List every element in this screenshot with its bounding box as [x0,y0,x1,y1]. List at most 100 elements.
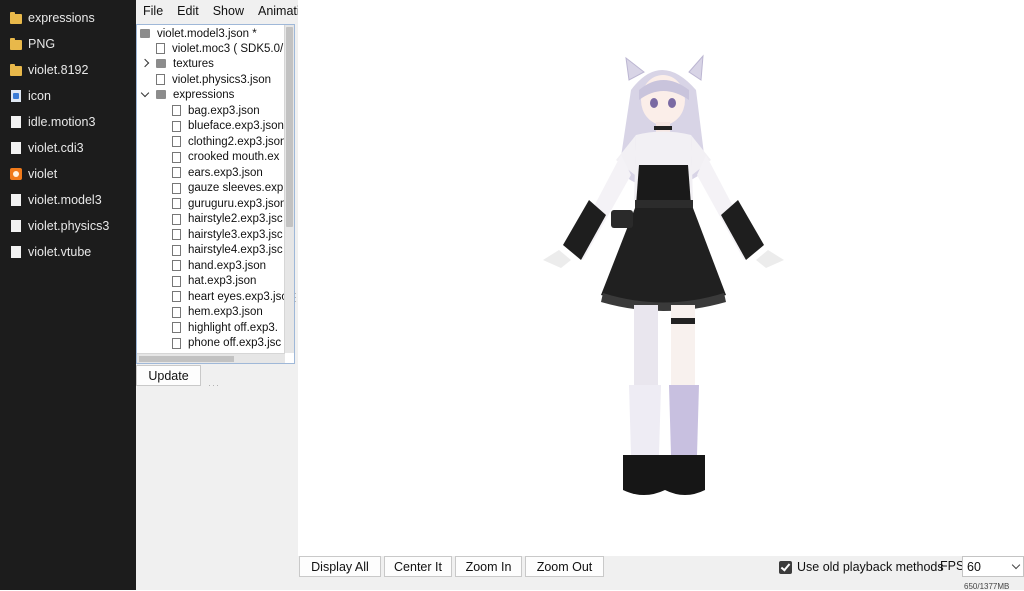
tree-item-expression[interactable]: hat.exp3.json [172,274,256,289]
file-icon [172,260,181,271]
update-button[interactable]: Update [136,365,201,386]
tree-item-expression[interactable]: clothing2.exp3.json [172,134,286,149]
explorer-item-icon[interactable]: icon [10,85,51,107]
explorer-item-violet-model3[interactable]: violet.model3 [10,189,102,211]
explorer-item-png[interactable]: PNG [10,33,55,55]
explorer-item-violet-8192[interactable]: violet.8192 [10,59,88,81]
zoom-out-button[interactable]: Zoom Out [525,556,604,577]
explorer-item-label: violet.cdi3 [28,141,84,155]
folder-icon [10,12,22,24]
tree-horizontal-scrollbar[interactable] [137,353,285,363]
chevron-right-icon[interactable] [140,59,150,69]
explorer-item-label: violet.model3 [28,193,102,207]
explorer-item-label: icon [28,89,51,103]
center-it-button[interactable]: Center It [384,556,452,577]
file-icon [172,151,181,163]
menu-bar: File Edit Show Animation [136,0,314,22]
tree-item-expression[interactable]: hairstyle2.exp3.jsc [172,212,283,227]
explorer-item-violet-physics3[interactable]: violet.physics3 [10,215,109,237]
explorer-item-expressions[interactable]: expressions [10,7,95,29]
tree-item-physics[interactable]: violet.physics3.json [156,72,271,87]
menu-file[interactable]: File [143,4,163,18]
file-icon [172,291,181,302]
display-all-button[interactable]: Display All [299,556,381,577]
fps-select[interactable]: 60 [962,556,1024,577]
tree-item-expression[interactable]: guruguru.exp3.json [172,196,286,211]
explorer-item-violet[interactable]: violet [10,163,57,185]
folder-icon [140,29,150,38]
tree-item-label: expressions [173,88,235,101]
explorer-item-label: violet.physics3 [28,219,110,233]
tree-item-label: heart eyes.exp3.jsc [188,290,288,303]
file-icon [11,142,21,154]
tree-item-expression[interactable]: bag.exp3.json [172,103,260,118]
tree-item-expression[interactable]: heart eyes.exp3.jsc [172,289,287,304]
file-icon [172,136,181,147]
file-icon [11,220,21,232]
tree-item-textures[interactable]: textures [140,56,214,71]
explorer-item-idle-motion3[interactable]: idle.motion3 [10,111,95,133]
tree-item-label: gauze sleeves.exp. [188,182,287,194]
model-viewer-window: File Edit Show Animation violet.model3.j… [136,0,1024,591]
tree-item-expression[interactable]: phone off.exp3.jsc [172,336,281,351]
resize-grip[interactable]: ··· [208,380,220,390]
tree-item-label: violet.moc3 ( SDK5.0/ [172,42,284,55]
folder-icon [156,90,166,99]
tree-item-expression[interactable]: hem.exp3.json [172,305,263,320]
tree-item-expression[interactable]: crooked mouth.ex [172,150,279,165]
playback-checkbox[interactable] [779,560,792,574]
tree-item-label: hairstyle4.exp3.jsc [188,244,283,256]
file-icon [156,43,165,54]
scrollbar-thumb[interactable] [286,27,293,227]
scrollbar-thumb[interactable] [139,356,234,362]
tree-item-expression[interactable]: blueface.exp3.json [172,119,284,134]
tree-item-expression[interactable]: gauze sleeves.exp. [172,181,286,196]
tree-item-expression[interactable]: hand.exp3.json [172,258,266,273]
tree-item-moc[interactable]: violet.moc3 ( SDK5.0/ [156,41,283,56]
folder-icon [10,38,22,50]
playback-label: Use old playback methods [797,560,944,574]
tree-item-expressions[interactable]: expressions [140,87,234,102]
explorer-item-label: violet [28,167,58,181]
old-playback-toggle[interactable]: Use old playback methods [779,558,944,576]
tree-item-label: violet.physics3.json [172,73,272,86]
tree-item-expression[interactable]: hairstyle4.exp3.jsc [172,243,283,258]
menu-show[interactable]: Show [213,4,244,18]
chevron-down-icon[interactable] [140,90,150,100]
tree-item-label: phone off.exp3.jsc [188,337,282,349]
model-viewport[interactable] [298,0,1024,556]
model-tree-view[interactable]: violet.model3.json * violet.moc3 ( SDK5.… [136,24,295,364]
explorer-item-label: expressions [28,11,95,25]
tree-item-expression[interactable]: highlight off.exp3. [172,320,278,335]
fps-value: 60 [967,559,981,574]
file-icon [172,306,181,318]
explorer-item-label: violet.8192 [28,63,89,77]
menu-edit[interactable]: Edit [177,4,199,18]
app-icon [10,168,22,180]
zoom-in-button[interactable]: Zoom In [455,556,522,577]
image-file-icon [11,90,21,102]
file-icon [172,198,181,209]
file-icon [172,213,181,225]
file-icon [172,167,181,178]
tree-item-label: hairstyle3.exp3.jsc [188,228,283,241]
tree-root-item[interactable]: violet.model3.json * [140,26,257,41]
explorer-item-violet-cdi3[interactable]: violet.cdi3 [10,137,84,159]
bottom-toolbar: Display All Center It Zoom In Zoom Out U… [298,556,1024,591]
explorer-item-violet-vtube[interactable]: violet.vtube [10,241,91,263]
tree-item-expression[interactable]: ears.exp3.json [172,165,263,180]
tree-item-label: hem.exp3.json [188,306,263,318]
tree-item-label: textures [173,57,214,70]
explorer-item-label: idle.motion3 [28,115,96,129]
fps-label: FPS [940,559,965,573]
tree-item-label: hairstyle2.exp3.jsc [188,213,283,225]
tree-item-label: clothing2.exp3.json [188,135,287,148]
tree-vertical-scrollbar[interactable] [284,25,294,353]
file-icon [172,275,181,287]
tree-item-expression[interactable]: hairstyle3.exp3.jsc [172,227,283,242]
tree-item-label: hat.exp3.json [188,275,257,287]
explorer-item-label: PNG [28,37,56,51]
file-icon [11,246,21,258]
file-icon [172,229,181,240]
tree-item-label: ears.exp3.json [188,166,263,179]
